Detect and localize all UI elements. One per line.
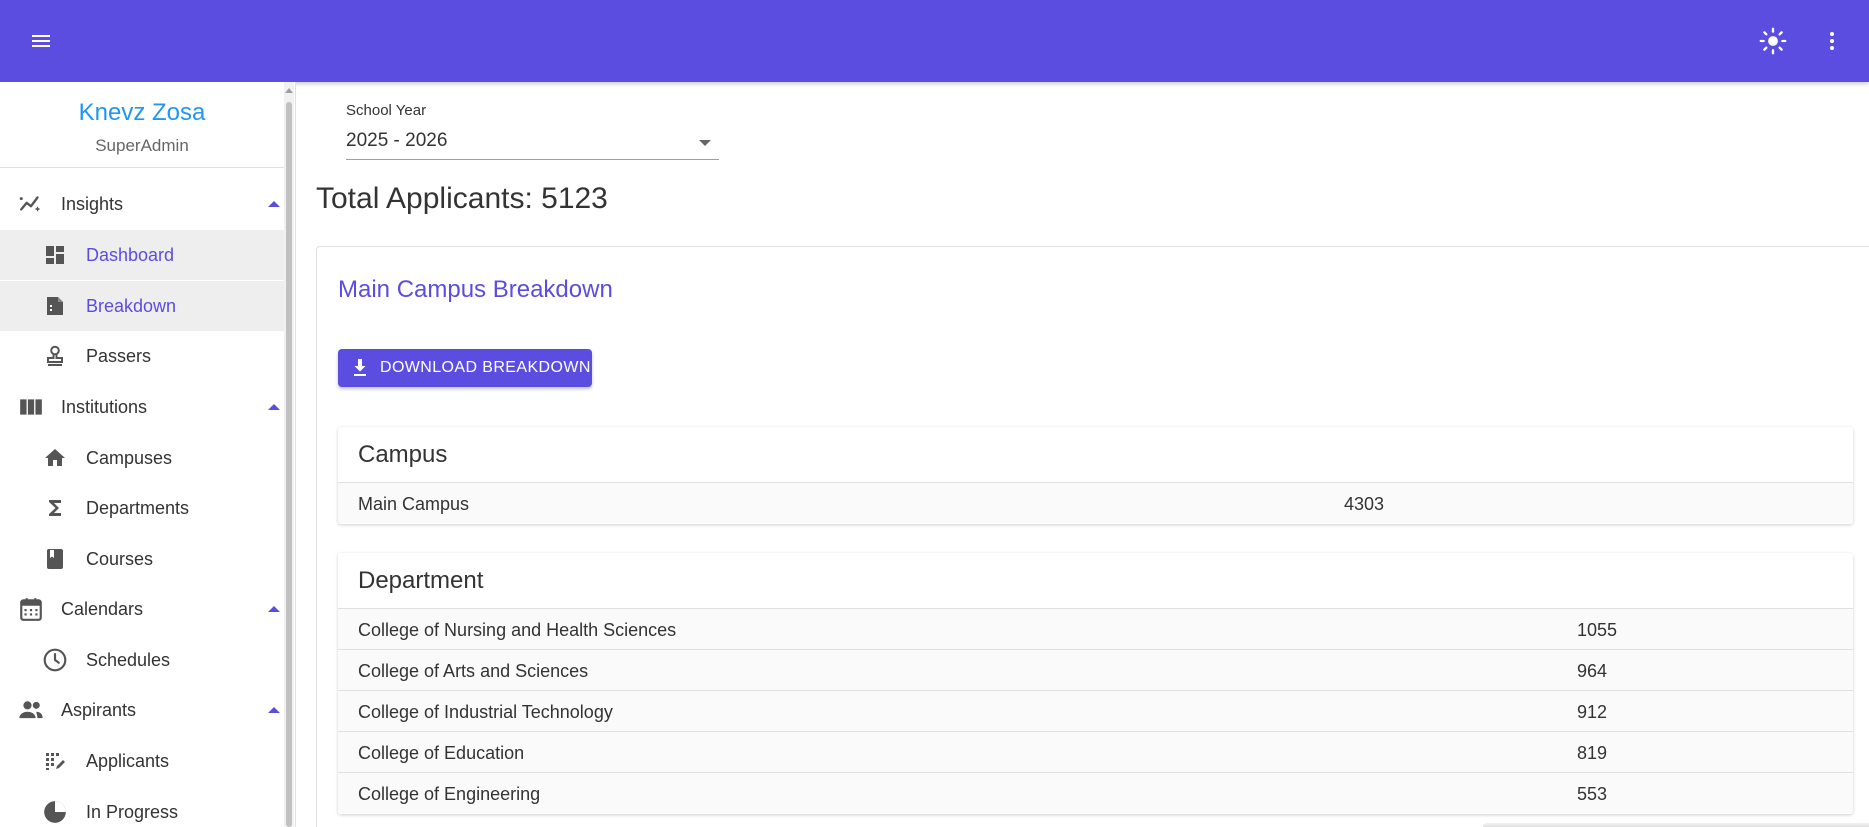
people-icon [17,696,45,724]
download-icon [351,358,369,378]
sidebar-item-courses[interactable]: Courses [0,534,284,584]
table-row: Main Campus 4303 [338,482,1853,523]
department-count: 912 [1577,702,1608,722]
nav-group-label: Aspirants [61,699,137,720]
school-year-label: School Year [346,102,427,119]
department-name: College of Industrial Technology [358,702,613,722]
scrollbar-thumb[interactable] [286,102,292,827]
breakdown-icon [41,292,69,320]
nav-group-aspirants[interactable]: Aspirants [0,685,284,735]
campus-count: 4303 [1344,494,1385,514]
more-vert-icon[interactable] [1813,22,1851,60]
user-role: SuperAdmin [95,136,189,155]
sidebar-item-breakdown[interactable]: Breakdown [0,281,284,331]
total-applicants: Total Applicants: 5123 [316,182,608,215]
scroll-up-arrow-icon[interactable] [285,88,293,93]
sidebar-item-dashboard[interactable]: Dashboard [0,230,284,280]
department-count: 1055 [1577,620,1618,640]
department-count: 964 [1577,661,1608,681]
sidebar: Knevz Zosa SuperAdmin Insights Dashboard… [0,82,296,827]
sidebar-item-schedules[interactable]: Schedules [0,635,284,685]
department-panel-title: Department [358,567,484,594]
download-button-label: DOWNLOAD BREAKDOWN [380,359,591,376]
sidebar-item-label: In Progress [86,801,179,822]
sun-icon[interactable] [1754,22,1792,60]
campus-panel: Campus Main Campus 4303 [338,427,1853,524]
sidebar-item-label: Departments [86,497,190,518]
department-name: College of Education [358,743,525,763]
sidebar-item-applicants[interactable]: Applicants [0,736,284,786]
nav-group-institutions[interactable]: Institutions [0,382,284,432]
sigma-icon [41,494,69,522]
user-name[interactable]: Knevz Zosa [0,99,284,127]
campus-name: Main Campus [358,494,470,514]
sidebar-item-label: Schedules [86,649,171,670]
campus-panel-title: Campus [358,441,448,468]
pie-icon [41,798,69,826]
department-name: College of Arts and Sciences [358,661,589,681]
dashboard-icon [41,241,69,269]
sidebar-item-passers[interactable]: Passers [0,331,284,381]
divider [0,167,284,168]
applicants-icon [41,747,69,775]
insights-icon [17,190,45,218]
sidebar-item-in-progress[interactable]: In Progress [0,787,284,827]
sidebar-item-label: Breakdown [86,295,177,316]
breakdown-card: Main Campus Breakdown DOWNLOAD BREAKDOWN… [316,246,1869,827]
table-row: College of Nursing and Health Sciences 1… [338,608,1853,649]
department-name: College of Engineering [358,784,541,804]
dropdown-arrow-icon [699,140,711,146]
sidebar-item-campuses[interactable]: Campuses [0,433,284,483]
app-bar [0,0,1869,82]
nav-group-label: Calendars [61,598,144,619]
school-year-select[interactable]: 2025 - 2026 [346,126,719,160]
collapse-caret-icon [268,201,280,207]
department-name: College of Nursing and Health Sciences [358,620,677,640]
department-count: 819 [1577,743,1608,763]
table-row: College of Industrial Technology 912 [338,690,1853,731]
download-breakdown-button[interactable]: DOWNLOAD BREAKDOWN [338,349,592,387]
floating-panel-edge [1483,823,1869,827]
table-row: College of Arts and Sciences 964 [338,649,1853,690]
book-icon [41,545,69,573]
sidebar-item-label: Passers [86,345,152,366]
nav-group-label: Institutions [61,396,148,417]
stamp-icon [41,342,69,370]
home-icon [41,444,69,472]
department-count: 553 [1577,784,1608,804]
school-year-value: 2025 - 2026 [346,130,448,151]
columns-icon [17,393,45,421]
breakdown-title: Main Campus Breakdown [338,276,613,303]
collapse-caret-icon [268,404,280,410]
department-panel: Department College of Nursing and Health… [338,553,1853,814]
collapse-caret-icon [268,606,280,612]
sidebar-item-departments[interactable]: Departments [0,483,284,533]
nav-group-label: Insights [61,193,124,214]
menu-icon[interactable] [22,22,60,60]
sidebar-item-label: Applicants [86,750,170,771]
calendar-icon [17,595,45,623]
sidebar-item-label: Campuses [86,447,173,468]
table-row: College of Engineering 553 [338,772,1853,813]
main-content: School Year 2025 - 2026 Total Applicants… [297,82,1869,827]
nav-group-insights[interactable]: Insights [0,179,284,229]
nav-group-calendars[interactable]: Calendars [0,584,284,634]
sidebar-item-label: Courses [86,548,154,569]
sidebar-scrollbar[interactable] [284,82,294,827]
sidebar-item-label: Dashboard [86,244,175,265]
clock-icon [41,646,69,674]
collapse-caret-icon [268,707,280,713]
table-row: College of Education 819 [338,731,1853,772]
